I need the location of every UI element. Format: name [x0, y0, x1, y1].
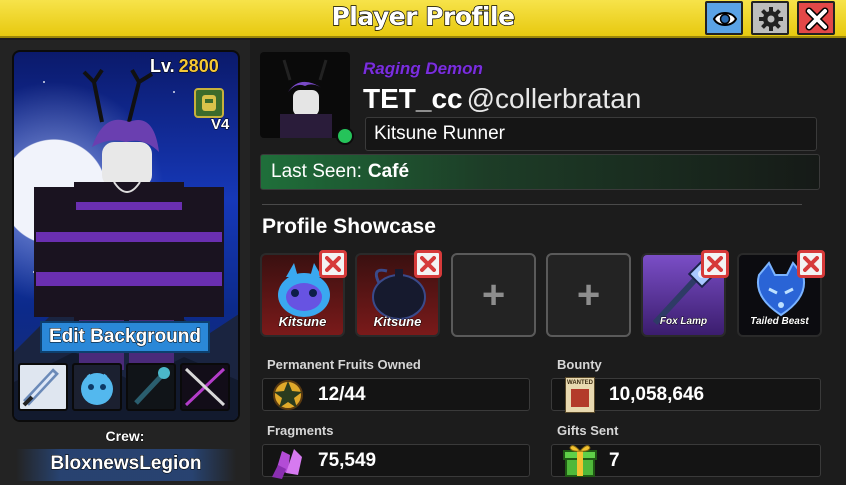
fragments-label: Fragments [267, 423, 334, 438]
view-button[interactable] [705, 1, 743, 35]
player-subtitle: Kitsune Runner [365, 117, 817, 151]
remove-slot-5-button[interactable] [701, 250, 729, 278]
gear-icon [759, 7, 783, 31]
last-seen-bar: Last Seen: Café [260, 154, 820, 190]
level-label: Lv. [150, 56, 176, 77]
showcase-slot-label: Kitsune [373, 314, 422, 330]
bounty-value: 10,058,646 [609, 384, 705, 405]
equipped-accessory-slot[interactable] [180, 363, 230, 411]
showcase-slot-4[interactable]: + [546, 253, 631, 337]
close-icon [325, 256, 341, 272]
eye-icon [712, 12, 738, 26]
crew-label: Crew: [105, 428, 145, 445]
player-avatar-thumbnail [260, 52, 350, 138]
edit-background-button[interactable]: Edit Background [40, 321, 210, 353]
fragments-value: 75,549 [318, 450, 377, 471]
sword-icon [22, 368, 59, 407]
equipped-gun-slot[interactable] [126, 363, 176, 411]
add-icon: + [481, 273, 506, 317]
remove-slot-2-button[interactable] [414, 250, 442, 278]
equipped-fruit-slot[interactable] [72, 363, 122, 411]
gift-icon [563, 445, 597, 477]
level-value: 2800 [178, 56, 219, 77]
player-title-tag: Raging Demon [363, 59, 484, 79]
dual-katana-icon [184, 367, 226, 407]
showcase-slot-label: Kitsune [278, 314, 327, 330]
permanent-fruits-label: Permanent Fruits Owned [267, 357, 421, 372]
last-seen-label: Last Seen: [271, 161, 362, 182]
player-name: TET_cc @collerbratan [363, 83, 641, 115]
display-name: TET_cc [363, 83, 463, 114]
settings-button[interactable] [751, 1, 789, 35]
close-icon [803, 256, 819, 272]
showcase-slot-label: Tailed Beast [750, 316, 809, 328]
level-display: Lv. 2800 [150, 56, 220, 77]
username-handle: @collerbratan [466, 83, 642, 114]
add-icon: + [576, 273, 601, 317]
showcase-title: Profile Showcase [262, 215, 436, 238]
close-button[interactable] [797, 1, 835, 35]
equipped-sword-slot[interactable] [18, 363, 68, 411]
fragments-crystal-icon [272, 449, 302, 479]
wanted-poster-icon: WANTED [565, 377, 595, 413]
kitsune-fruit-icon [81, 373, 113, 405]
divider [262, 204, 802, 205]
gifts-sent-label: Gifts Sent [557, 423, 619, 438]
close-icon [707, 256, 723, 272]
remove-slot-1-button[interactable] [319, 250, 347, 278]
wanted-poster-text: WANTED [567, 380, 593, 386]
crew-name[interactable]: BloxnewsLegion [16, 449, 236, 481]
remove-slot-6-button[interactable] [797, 250, 825, 278]
online-status-indicator [336, 127, 354, 145]
title-bar: Player Profile [0, 0, 846, 38]
showcase-slot-label: Fox Lamp [659, 316, 708, 328]
bounty-label: Bounty [557, 357, 602, 372]
race-icon [194, 88, 224, 118]
permanent-fruits-value: 12/44 [318, 384, 366, 405]
gun-icon [134, 367, 170, 405]
gifts-sent-value: 7 [609, 450, 620, 471]
showcase-slot-3[interactable]: + [451, 253, 536, 337]
permanent-fruit-icon [273, 380, 303, 410]
close-icon [805, 7, 829, 31]
race-version: V4 [210, 116, 230, 134]
last-seen-location: Café [367, 161, 410, 182]
close-icon [420, 256, 436, 272]
